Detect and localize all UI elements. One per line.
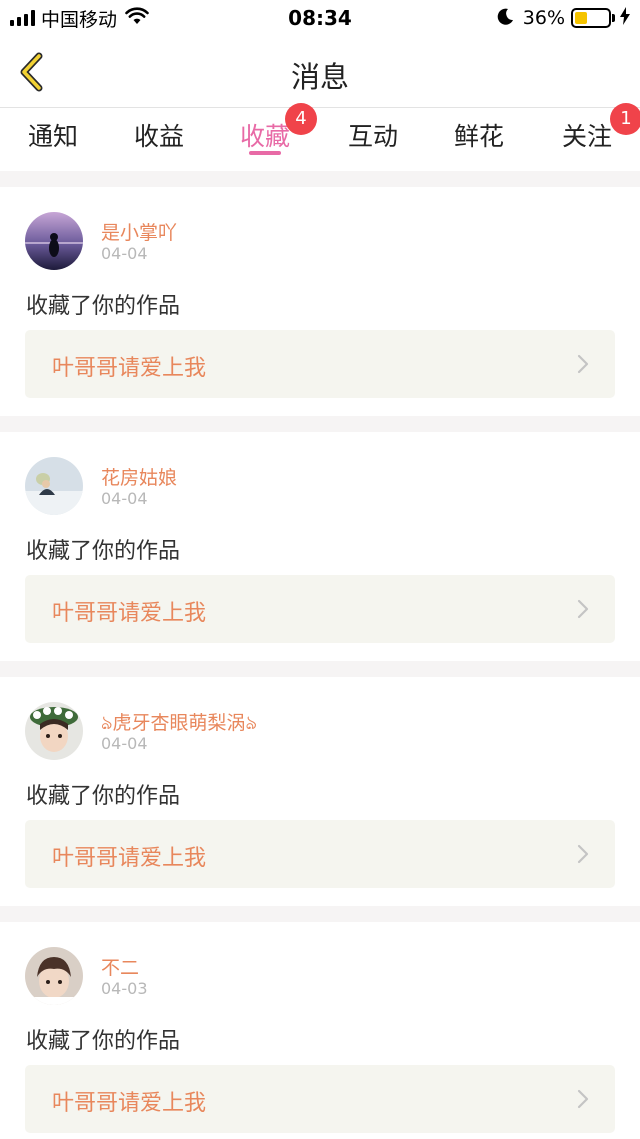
tab-notifications[interactable]: 通知 <box>0 109 106 171</box>
list-item: ঌ虎牙杏眼萌梨涡ঌ 04-04 收藏了你的作品 叶哥哥请爱上我 <box>0 677 640 906</box>
work-link[interactable]: 叶哥哥请爱上我 <box>25 1065 615 1133</box>
page-title: 消息 <box>290 60 349 94</box>
user-name[interactable]: 花房姑娘 <box>101 463 177 490</box>
tab-label: 收藏 <box>239 122 290 151</box>
work-title: 叶哥哥请爱上我 <box>52 601 207 626</box>
chevron-right-icon <box>577 1089 589 1109</box>
message-date: 04-04 <box>101 734 148 753</box>
battery-cap <box>612 14 615 22</box>
work-link[interactable]: 叶哥哥请爱上我 <box>25 330 615 398</box>
list-item: 是小掌吖 04-04 收藏了你的作品 叶哥哥请爱上我 <box>0 187 640 416</box>
work-title: 叶哥哥请爱上我 <box>52 356 207 381</box>
chevron-right-icon <box>577 599 589 619</box>
message-list: 是小掌吖 04-04 收藏了你的作品 叶哥哥请爱上我 花房姑娘 04-04 收藏… <box>0 171 640 1139</box>
action-text: 收藏了你的作品 <box>26 539 181 564</box>
work-title: 叶哥哥请爱上我 <box>52 1091 207 1116</box>
chevron-right-icon <box>577 354 589 374</box>
chevron-right-icon <box>577 844 589 864</box>
user-name[interactable]: 不二 <box>101 953 139 980</box>
action-text: 收藏了你的作品 <box>26 1029 181 1054</box>
avatar[interactable] <box>25 212 83 270</box>
tab-label: 关注 <box>561 122 612 151</box>
message-date: 04-04 <box>101 244 148 263</box>
tab-label: 收益 <box>133 122 184 151</box>
tab-bar: 通知 收益 收藏 4 互动 鲜花 关注 1 <box>0 103 640 171</box>
list-item: 不二 04-03 收藏了你的作品 叶哥哥请爱上我 <box>0 922 640 1139</box>
unread-badge: 1 <box>610 103 640 135</box>
battery-icon <box>571 8 611 28</box>
work-link[interactable]: 叶哥哥请爱上我 <box>25 575 615 643</box>
divider <box>0 416 640 432</box>
avatar[interactable] <box>25 947 83 1005</box>
message-date: 04-04 <box>101 489 148 508</box>
tab-label: 鲜花 <box>453 122 504 151</box>
charging-icon <box>620 7 630 29</box>
nav-bar: 消息 <box>0 36 640 108</box>
tab-label: 互动 <box>347 122 398 151</box>
unread-badge: 4 <box>285 103 317 135</box>
battery-level <box>575 12 587 24</box>
divider <box>0 906 640 922</box>
action-text: 收藏了你的作品 <box>26 294 181 319</box>
status-right: 36% <box>497 6 630 30</box>
tab-interactions[interactable]: 互动 <box>320 109 426 171</box>
message-date: 04-03 <box>101 979 148 998</box>
tab-label: 通知 <box>27 122 78 151</box>
work-title: 叶哥哥请爱上我 <box>52 846 207 871</box>
moon-icon <box>497 7 515 29</box>
status-bar: 中国移动 08:34 36% <box>0 0 640 36</box>
tab-earnings[interactable]: 收益 <box>106 109 212 171</box>
tab-favorites[interactable]: 收藏 4 <box>212 103 318 171</box>
divider <box>0 171 640 187</box>
tab-flowers[interactable]: 鲜花 <box>426 109 532 171</box>
active-tab-indicator <box>249 151 281 155</box>
battery-percent: 36% <box>522 7 565 29</box>
action-text: 收藏了你的作品 <box>26 784 181 809</box>
avatar[interactable] <box>25 702 83 760</box>
work-link[interactable]: 叶哥哥请爱上我 <box>25 820 615 888</box>
user-name[interactable]: 是小掌吖 <box>101 218 177 245</box>
list-item: 花房姑娘 04-04 收藏了你的作品 叶哥哥请爱上我 <box>0 432 640 661</box>
tab-follows[interactable]: 关注 1 <box>534 103 640 171</box>
divider <box>0 661 640 677</box>
avatar[interactable] <box>25 457 83 515</box>
